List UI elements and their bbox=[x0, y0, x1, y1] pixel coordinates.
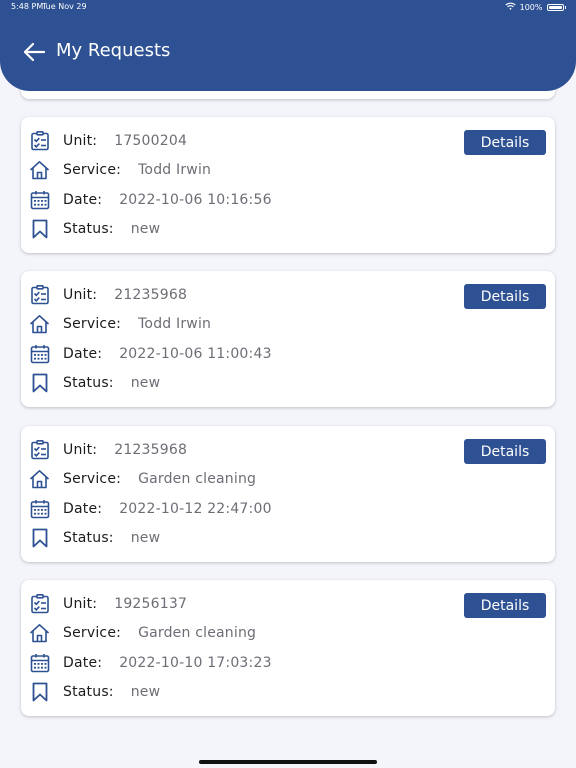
request-card[interactable]: Unit: 21235968 Service: Garden cleaning … bbox=[21, 426, 555, 562]
date-label: Date: bbox=[63, 346, 103, 362]
home-icon bbox=[29, 469, 50, 490]
status-label: Status: bbox=[63, 375, 114, 391]
service-value: Todd Irwin bbox=[138, 316, 212, 332]
date-label: Date: bbox=[63, 192, 103, 208]
status-value: new bbox=[130, 530, 161, 546]
unit-label: Unit: bbox=[63, 287, 98, 303]
date-value: 2022-10-06 11:00:43 bbox=[119, 346, 272, 362]
calendar-icon bbox=[29, 653, 50, 674]
service-row: Service: Garden cleaning bbox=[29, 468, 256, 490]
status-right: 100% bbox=[505, 2, 566, 12]
unit-row: Unit: 17500204 bbox=[29, 130, 187, 152]
date-row: Date: 2022-10-06 10:16:56 bbox=[29, 189, 272, 211]
unit-row: Unit: 21235968 bbox=[29, 284, 187, 306]
bookmark-icon bbox=[29, 528, 50, 549]
unit-label: Unit: bbox=[63, 133, 98, 149]
unit-value: 21235968 bbox=[114, 442, 188, 458]
date-value: 2022-10-10 17:03:23 bbox=[119, 655, 272, 671]
service-row: Service: Todd Irwin bbox=[29, 313, 211, 335]
details-button[interactable]: Details bbox=[464, 130, 546, 155]
date-label: Date: bbox=[63, 655, 103, 671]
unit-label: Unit: bbox=[63, 442, 98, 458]
bookmark-icon bbox=[29, 373, 50, 394]
battery-icon bbox=[546, 3, 564, 11]
clipboard-check-icon bbox=[29, 285, 50, 306]
request-card[interactable]: Unit: 19256137 Service: Garden cleaning … bbox=[21, 580, 555, 716]
bookmark-icon bbox=[29, 219, 50, 240]
status-row: Status: new bbox=[29, 218, 160, 240]
home-indicator[interactable] bbox=[199, 760, 377, 764]
details-button[interactable]: Details bbox=[464, 593, 546, 618]
bookmark-icon bbox=[29, 682, 50, 703]
status-row: Status: new bbox=[29, 681, 160, 703]
page-title: My Requests bbox=[56, 40, 171, 61]
details-button[interactable]: Details bbox=[464, 439, 546, 464]
status-label: Status: bbox=[63, 684, 114, 700]
calendar-icon bbox=[29, 190, 50, 211]
battery-percent: 100% bbox=[519, 2, 543, 12]
arrow-left-icon bbox=[22, 42, 46, 67]
unit-row: Unit: 21235968 bbox=[29, 439, 187, 461]
request-list[interactable]: Unit: 17500204 Service: Todd Irwin Date:… bbox=[0, 0, 576, 768]
status-bar: 5:48 PM Tue Nov 29 100% bbox=[0, 0, 576, 14]
status-time: 5:48 PM bbox=[11, 2, 44, 11]
service-row: Service: Garden cleaning bbox=[29, 622, 256, 644]
status-value: new bbox=[130, 684, 161, 700]
clipboard-check-icon bbox=[29, 131, 50, 152]
details-button[interactable]: Details bbox=[464, 284, 546, 309]
service-label: Service: bbox=[63, 625, 122, 641]
unit-row: Unit: 19256137 bbox=[29, 593, 187, 615]
unit-label: Unit: bbox=[63, 596, 98, 612]
calendar-icon bbox=[29, 499, 50, 520]
unit-value: 21235968 bbox=[114, 287, 188, 303]
home-icon bbox=[29, 314, 50, 335]
home-icon bbox=[29, 623, 50, 644]
date-row: Date: 2022-10-10 17:03:23 bbox=[29, 652, 272, 674]
wifi-icon bbox=[505, 2, 516, 12]
clipboard-check-icon bbox=[29, 594, 50, 615]
request-card[interactable]: Unit: 21235968 Service: Todd Irwin Date:… bbox=[21, 271, 555, 407]
calendar-icon bbox=[29, 344, 50, 365]
status-value: new bbox=[130, 221, 161, 237]
date-label: Date: bbox=[63, 501, 103, 517]
request-card[interactable]: Unit: 17500204 Service: Todd Irwin Date:… bbox=[21, 117, 555, 253]
service-value: Garden cleaning bbox=[138, 471, 257, 487]
service-label: Service: bbox=[63, 471, 122, 487]
status-date: Tue Nov 29 bbox=[42, 2, 87, 11]
status-label: Status: bbox=[63, 530, 114, 546]
date-value: 2022-10-06 10:16:56 bbox=[119, 192, 272, 208]
status-row: Status: new bbox=[29, 527, 160, 549]
service-value: Garden cleaning bbox=[138, 625, 257, 641]
service-value: Todd Irwin bbox=[138, 162, 212, 178]
date-row: Date: 2022-10-12 22:47:00 bbox=[29, 498, 272, 520]
home-icon bbox=[29, 160, 50, 181]
unit-value: 19256137 bbox=[114, 596, 188, 612]
date-value: 2022-10-12 22:47:00 bbox=[119, 501, 272, 517]
clipboard-check-icon bbox=[29, 440, 50, 461]
status-value: new bbox=[130, 375, 161, 391]
back-button[interactable] bbox=[22, 41, 46, 63]
service-label: Service: bbox=[63, 316, 122, 332]
status-row: Status: new bbox=[29, 372, 160, 394]
date-row: Date: 2022-10-06 11:00:43 bbox=[29, 343, 272, 365]
service-row: Service: Todd Irwin bbox=[29, 159, 211, 181]
service-label: Service: bbox=[63, 162, 122, 178]
unit-value: 17500204 bbox=[114, 133, 188, 149]
status-label: Status: bbox=[63, 221, 114, 237]
